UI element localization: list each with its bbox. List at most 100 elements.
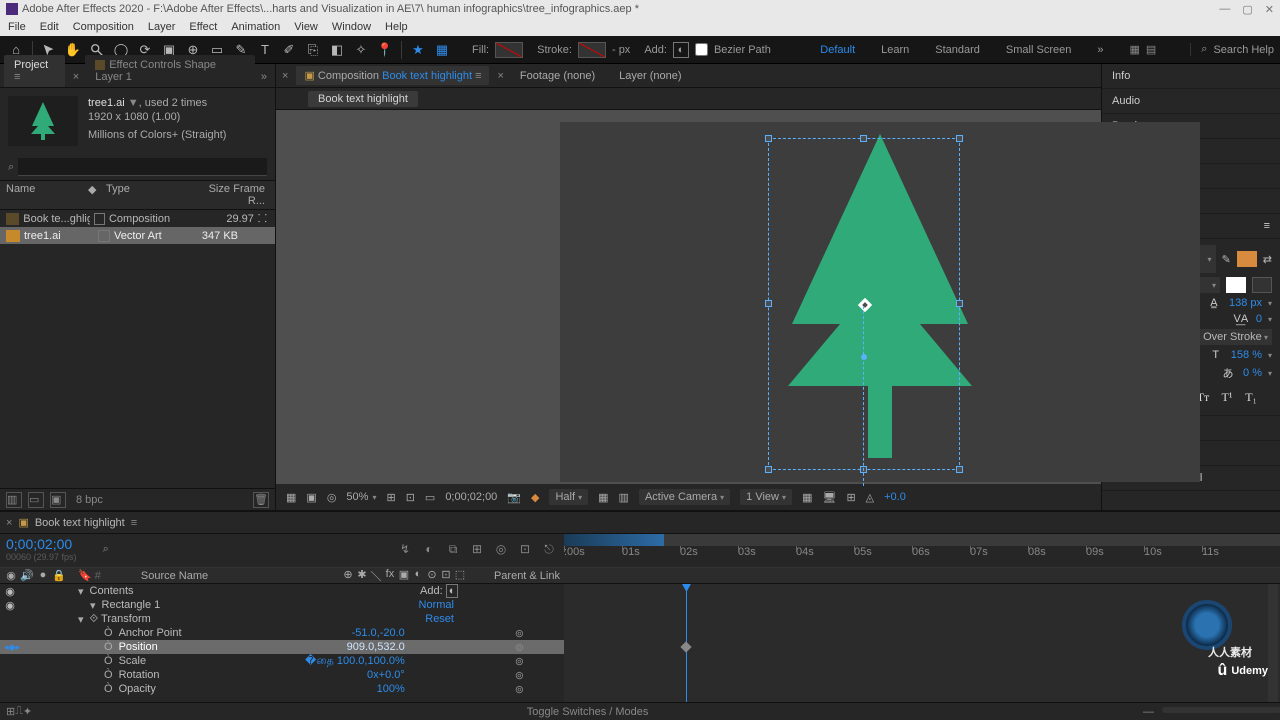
alpha-icon[interactable]: ▦ [286, 491, 296, 504]
search-help-input[interactable]: Search Help [1213, 44, 1274, 56]
zoom-dropdown[interactable]: 50%▾ [346, 491, 376, 503]
source-name-col[interactable]: Source Name [141, 570, 208, 582]
tab-composition[interactable]: ▣ Composition Book text highlight ≡ [296, 66, 489, 85]
twirl-icon[interactable]: ▾ [90, 599, 96, 612]
graph-editor-icon[interactable]: ⊡ [516, 542, 534, 557]
pickwhip-icon[interactable]: ⊚ [515, 669, 524, 682]
menu-effect[interactable]: Effect [189, 21, 217, 33]
camera-dropdown[interactable]: Active Camera ▾ [639, 489, 730, 505]
current-timecode[interactable]: 0;00;02;00 [6, 536, 77, 552]
layer-property-row[interactable]: ÒScale�தை 100.0,100.0%⊚ [0, 654, 564, 668]
new-comp-icon[interactable]: ▣ [50, 492, 66, 508]
menu-help[interactable]: Help [385, 21, 408, 33]
tab-effect-controls[interactable]: Effect Controls Shape Layer 1 [85, 55, 255, 87]
timeline-search-icon[interactable]: ⌕ [103, 543, 109, 556]
clone-tool-icon[interactable]: ⎘ [303, 40, 323, 60]
trash-icon[interactable]: 🗑 [253, 492, 269, 508]
video-col-icon[interactable]: ◉ [4, 569, 18, 582]
minimize-icon[interactable]: — [1219, 3, 1230, 16]
frame-blend-icon[interactable]: ⊞ [468, 542, 486, 557]
time-ruler[interactable]: :00s01s02s03s04s05s06s07s08s09s10s11s [564, 534, 1280, 567]
project-search-input[interactable] [18, 158, 267, 176]
parent-col[interactable]: Parent & Link [494, 570, 560, 582]
res-icon[interactable]: ⊞ [386, 491, 395, 504]
layer-property-row[interactable]: ◉▾ContentsAdd: ◐ [0, 584, 564, 598]
workspace-standard[interactable]: Standard [935, 44, 980, 56]
pickwhip-icon[interactable]: ⊚ [515, 655, 524, 668]
menu-file[interactable]: File [8, 21, 26, 33]
layer-property-row[interactable]: ÒAnchor Point-51.0,-20.0⊚ [0, 626, 564, 640]
panel-close-icon[interactable]: × [69, 67, 83, 87]
draft3d-icon[interactable]: ◐ [420, 542, 438, 557]
comp-mini-flowchart-icon[interactable]: ↯ [396, 542, 414, 557]
eraser-tool-icon[interactable]: ◧ [327, 40, 347, 60]
shy-icon[interactable]: ⧉ [444, 542, 462, 557]
hand-tool-icon[interactable]: ✋ [63, 40, 83, 60]
menu-animation[interactable]: Animation [231, 21, 280, 33]
stroke-label[interactable]: Stroke: [537, 44, 572, 56]
tab-project[interactable]: Project ≡ [4, 55, 65, 87]
stopwatch-icon[interactable]: Ò [104, 669, 113, 681]
mask-icon[interactable]: ◎ [327, 491, 337, 504]
lock-col-icon[interactable]: 🔒 [52, 569, 66, 582]
menu-layer[interactable]: Layer [148, 21, 176, 33]
pickwhip-icon[interactable]: ⊚ [515, 627, 524, 640]
stopwatch-icon[interactable]: Ò [104, 683, 113, 695]
toolbar-menu-icon[interactable]: ▤ [1146, 43, 1156, 56]
scrollbar[interactable] [1268, 584, 1278, 702]
menu-view[interactable]: View [294, 21, 318, 33]
stroke-color-swatch[interactable] [1226, 277, 1246, 293]
superscript-icon[interactable]: T¹ [1218, 389, 1236, 405]
tracking-value[interactable]: 0 [1256, 313, 1262, 325]
interpret-icon[interactable]: ▥ [6, 492, 22, 508]
new-folder-icon[interactable]: ▭ [28, 492, 44, 508]
timeline-zoom-slider[interactable] [1162, 707, 1280, 713]
twirl-icon[interactable]: ▾ [78, 585, 84, 598]
guides-icon[interactable]: ▥ [619, 491, 629, 504]
fill-color-swatch[interactable] [1237, 251, 1257, 267]
menu-composition[interactable]: Composition [73, 21, 134, 33]
stopwatch-icon[interactable]: Ò [104, 627, 113, 639]
bezier-checkbox[interactable] [695, 43, 708, 56]
panel-audio[interactable]: Audio [1102, 89, 1280, 114]
stroke-swatch[interactable] [578, 42, 606, 58]
subscript-icon[interactable]: T₁ [1242, 389, 1260, 405]
timeline-tab[interactable]: Book text highlight [35, 517, 125, 529]
leading-value[interactable]: 138 px [1229, 297, 1262, 309]
composition-viewer[interactable] [276, 110, 1101, 484]
fill-swatch[interactable] [495, 42, 523, 58]
motion-blur-icon[interactable]: ◎ [492, 542, 510, 557]
type-tool-icon[interactable]: T [255, 40, 275, 60]
tab-layer[interactable]: Layer (none) [611, 67, 689, 85]
tab-footage[interactable]: Footage (none) [512, 67, 603, 85]
panel-close-icon[interactable]: × [6, 517, 12, 529]
stopwatch-icon[interactable]: Ò [104, 655, 113, 667]
twirl-icon[interactable]: ▾ [78, 613, 84, 626]
stopwatch-icon[interactable]: Ò [104, 641, 113, 653]
project-item[interactable]: tree1.aiVector Art347 KB [0, 227, 275, 244]
pickwhip-icon[interactable]: ⊚ [515, 683, 524, 696]
exposure-value[interactable]: +0.0 [884, 491, 906, 503]
toggle-switches[interactable]: Toggle Switches / Modes [527, 706, 649, 718]
brainstorm-icon[interactable]: ⎋ [540, 542, 558, 557]
keyframe-icon[interactable] [680, 641, 691, 652]
close-icon[interactable]: ✕ [1265, 3, 1274, 16]
stroke-width[interactable]: - px [612, 44, 630, 56]
workspace-default[interactable]: Default [820, 44, 855, 56]
layer-property-row[interactable]: ▾⟐ TransformReset [0, 612, 564, 626]
add-contents[interactable]: Add: ◐ [420, 585, 458, 597]
workspace-overflow-icon[interactable]: » [1097, 44, 1103, 56]
eyedropper-icon[interactable]: ✎ [1222, 253, 1231, 266]
zoom-out-icon[interactable]: — [1143, 706, 1154, 718]
swap-colors-icon[interactable]: ⇄ [1263, 253, 1272, 266]
audio-col-icon[interactable]: 🔊 [20, 569, 34, 582]
color-mgmt-icon[interactable]: ◆ [531, 491, 539, 504]
roi-icon[interactable]: ⊡ [406, 491, 415, 504]
snapshot-icon[interactable]: 📷 [507, 491, 521, 504]
channel-icon[interactable]: ▣ [306, 491, 316, 504]
view-dropdown[interactable]: 1 View ▾ [740, 489, 792, 505]
hscale-value[interactable]: 158 % [1231, 349, 1262, 361]
brainstorm2-icon[interactable]: ✦ [23, 705, 32, 718]
render-icon[interactable]: ⎍ [15, 705, 23, 718]
tsume-value[interactable]: 0 % [1243, 367, 1262, 379]
